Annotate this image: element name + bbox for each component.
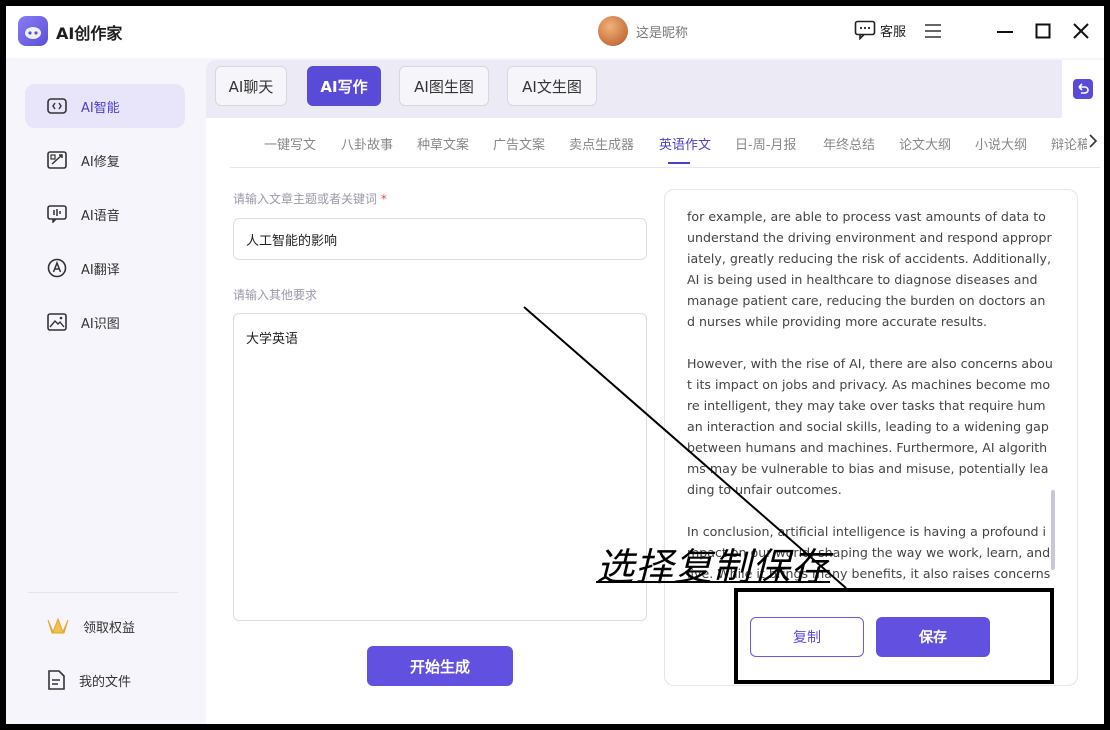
annotation-highlight-box: [734, 588, 1054, 684]
annotation-caption: 选择复制保存: [596, 545, 831, 589]
